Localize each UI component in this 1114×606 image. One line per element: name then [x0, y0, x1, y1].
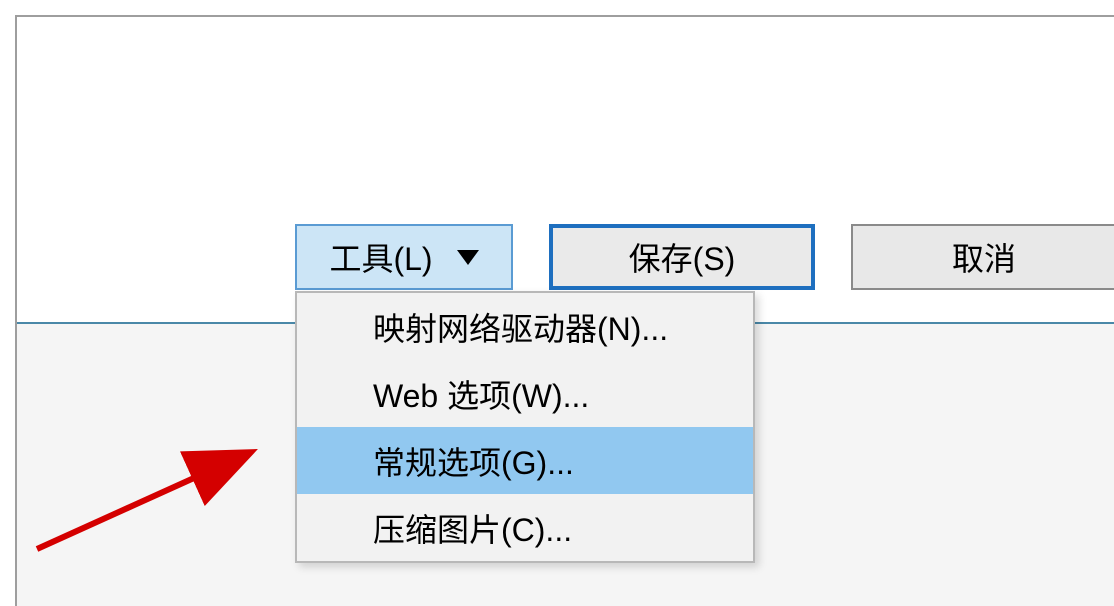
tools-dropdown-menu: 映射网络驱动器(N)... Web 选项(W)... 常规选项(G)... 压缩… — [295, 291, 755, 563]
annotation-arrow-icon — [17, 409, 277, 559]
save-button[interactable]: 保存(S) — [549, 224, 815, 290]
menu-item-web-options[interactable]: Web 选项(W)... — [297, 360, 753, 427]
menu-item-label: 压缩图片(C)... — [373, 505, 572, 551]
menu-item-general-options[interactable]: 常规选项(G)... — [297, 427, 753, 494]
menu-item-compress-pictures[interactable]: 压缩图片(C)... — [297, 494, 753, 561]
dialog-frame: 工具(L) 保存(S) 取消 映射网络驱动器(N)... Web 选项(W)..… — [15, 15, 1114, 606]
cancel-button-label: 取消 — [952, 234, 1016, 280]
menu-item-label: Web 选项(W)... — [373, 371, 589, 417]
cancel-button[interactable]: 取消 — [851, 224, 1114, 290]
tools-dropdown-button[interactable]: 工具(L) — [295, 224, 513, 290]
tools-button-label: 工具(L) — [329, 234, 432, 280]
save-button-label: 保存(S) — [629, 234, 736, 280]
dialog-button-row: 工具(L) 保存(S) 取消 — [295, 224, 1114, 290]
menu-item-label: 映射网络驱动器(N)... — [373, 304, 668, 350]
menu-item-map-network-drive[interactable]: 映射网络驱动器(N)... — [297, 293, 753, 360]
menu-item-label: 常规选项(G)... — [373, 438, 574, 484]
chevron-down-icon — [457, 250, 479, 265]
